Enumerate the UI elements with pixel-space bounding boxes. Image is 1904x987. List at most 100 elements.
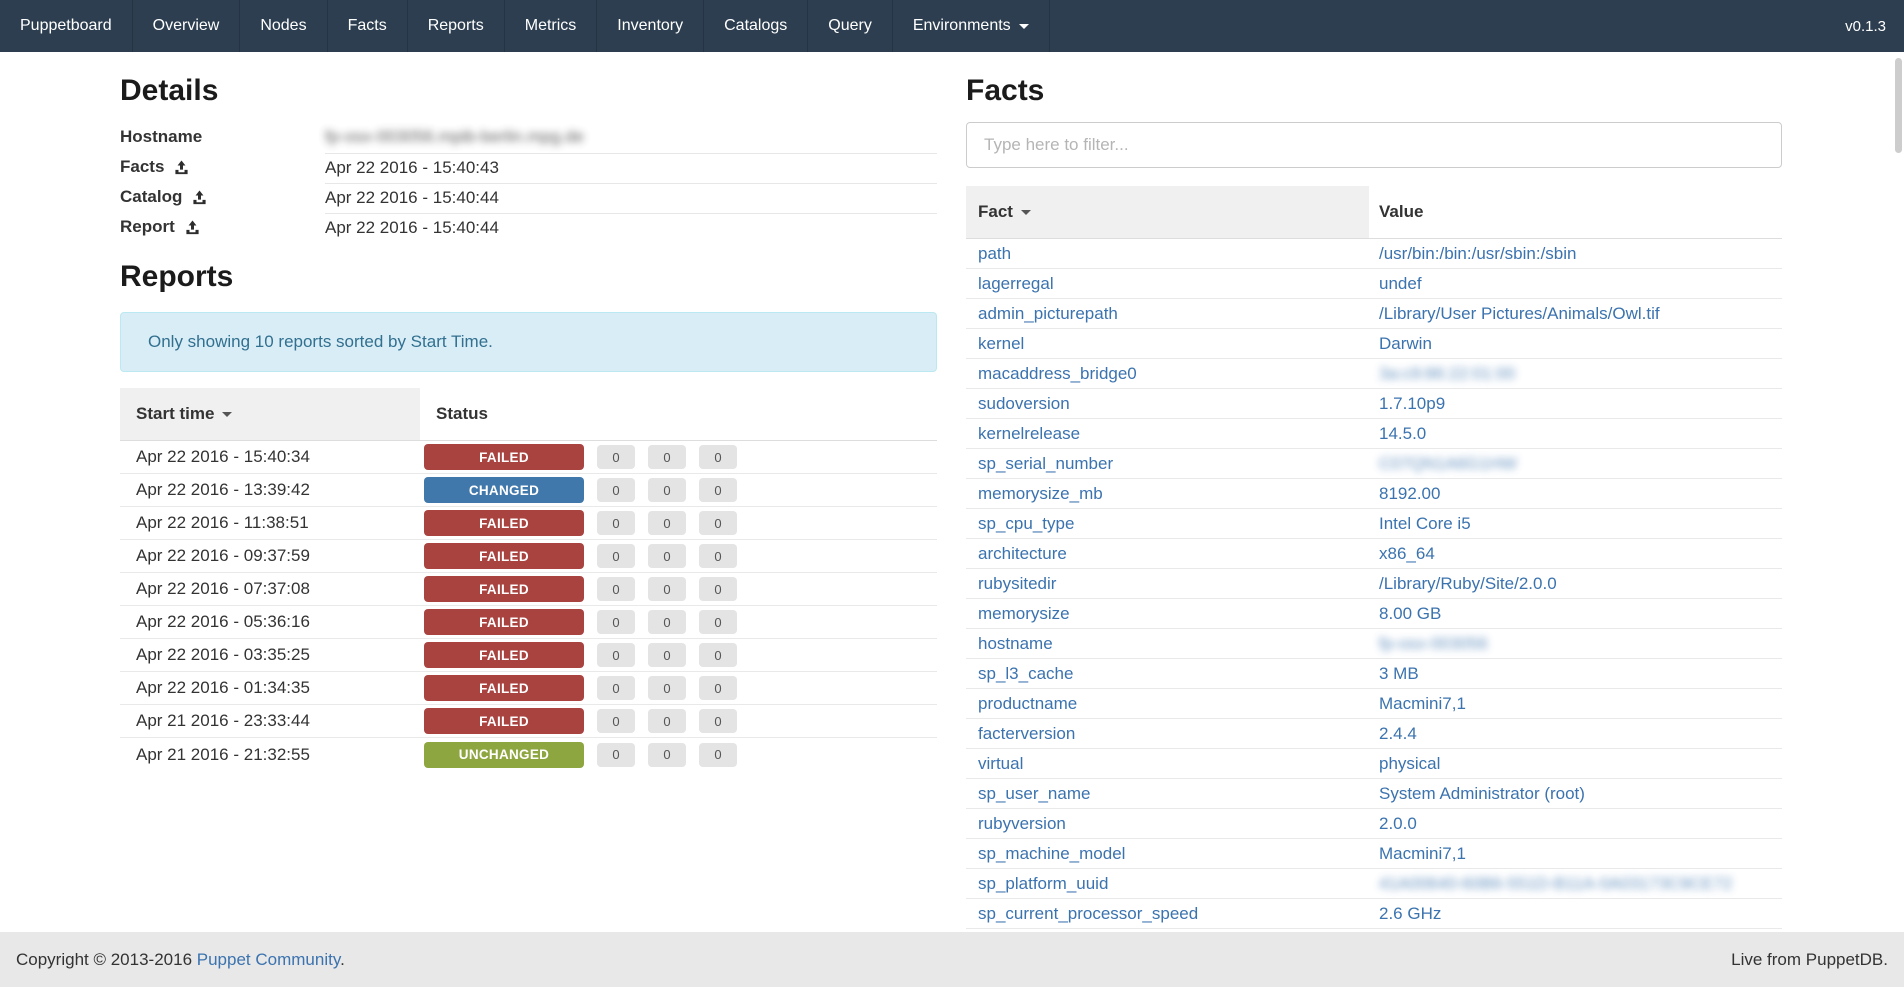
- upload-icon[interactable]: [185, 220, 200, 235]
- fact-value[interactable]: 2.0.0: [1369, 812, 1782, 836]
- fact-value[interactable]: 8.00 GB: [1369, 602, 1782, 626]
- fact-value[interactable]: /Library/User Pictures/Animals/Owl.tif: [1369, 302, 1782, 326]
- copyright: Copyright © 2013-2016 Puppet Community.: [16, 950, 345, 970]
- nav-item-overview[interactable]: Overview: [133, 0, 241, 52]
- table-row: Apr 22 2016 - 01:34:35FAILED000: [120, 672, 937, 705]
- facts-filter-input[interactable]: [966, 122, 1782, 168]
- column-header-fact-label: Fact: [978, 202, 1013, 222]
- status-badge: FAILED: [424, 642, 584, 668]
- fact-value[interactable]: 2.4.4: [1369, 722, 1782, 746]
- fact-name-link[interactable]: macaddress_bridge0: [966, 362, 1369, 386]
- fact-name-link[interactable]: sp_cpu_type: [966, 512, 1369, 536]
- details-row-facts: FactsApr 22 2016 - 15:40:43: [120, 152, 937, 182]
- table-row: memorysize8.00 GB: [966, 599, 1782, 629]
- fact-value[interactable]: 3 MB: [1369, 662, 1782, 686]
- nav-item-label: Overview: [153, 17, 220, 35]
- fact-value[interactable]: Macmini7,1: [1369, 842, 1782, 866]
- nav-item-facts[interactable]: Facts: [328, 0, 408, 52]
- column-header-start-time[interactable]: Start time: [120, 388, 420, 440]
- fact-name-link[interactable]: memorysize_mb: [966, 482, 1369, 506]
- nav-item-label: Environments: [913, 17, 1011, 35]
- fact-name-link[interactable]: sp_machine_model: [966, 842, 1369, 866]
- copyright-prefix: Copyright © 2013-2016: [16, 950, 197, 969]
- fact-value[interactable]: 1.7.10p9: [1369, 392, 1782, 416]
- fact-name-link[interactable]: virtual: [966, 752, 1369, 776]
- upload-icon[interactable]: [192, 190, 207, 205]
- navbar-items: Overview Nodes Facts ReportsMetricsInventor…: [133, 0, 1050, 52]
- table-row: kernelrelease14.5.0: [966, 419, 1782, 449]
- report-start-time: Apr 22 2016 - 03:35:25: [120, 645, 420, 665]
- fact-value[interactable]: 14.5.0: [1369, 422, 1782, 446]
- fact-name-link[interactable]: sp_user_name: [966, 782, 1369, 806]
- copyright-suffix: .: [340, 950, 345, 969]
- fact-name-link[interactable]: hostname: [966, 632, 1369, 656]
- nav-item-label: Facts: [348, 17, 387, 35]
- fact-value[interactable]: /Library/Ruby/Site/2.0.0: [1369, 572, 1782, 596]
- fact-name-link[interactable]: memorysize: [966, 602, 1369, 626]
- metric-count-badge: 0: [597, 610, 635, 634]
- fact-name-link[interactable]: sp_serial_number: [966, 452, 1369, 476]
- nav-item-catalogs[interactable]: Catalogs: [704, 0, 808, 52]
- report-start-time: Apr 22 2016 - 09:37:59: [120, 546, 420, 566]
- fact-value[interactable]: physical: [1369, 752, 1782, 776]
- report-start-time: Apr 22 2016 - 07:37:08: [120, 579, 420, 599]
- fact-name-link[interactable]: rubysitedir: [966, 572, 1369, 596]
- fact-value[interactable]: 8192.00: [1369, 482, 1782, 506]
- fact-value[interactable]: System Administrator (root): [1369, 782, 1782, 806]
- fact-value[interactable]: 41A00640-60B6-551D-B11A-0A03173C9CE72: [1369, 872, 1782, 896]
- status-badge: CHANGED: [424, 477, 584, 503]
- scrollbar-thumb[interactable]: [1895, 58, 1902, 153]
- status-badge: FAILED: [424, 576, 584, 602]
- fact-name-link[interactable]: lagerregal: [966, 272, 1369, 296]
- fact-name-link[interactable]: rubyversion: [966, 812, 1369, 836]
- fact-name-link[interactable]: facterversion: [966, 722, 1369, 746]
- upload-icon[interactable]: [174, 160, 189, 175]
- sort-caret-icon: [222, 412, 232, 417]
- fact-value[interactable]: Intel Core i5: [1369, 512, 1782, 536]
- table-row: Apr 21 2016 - 23:33:44FAILED000: [120, 705, 937, 738]
- fact-name-link[interactable]: sudoversion: [966, 392, 1369, 416]
- table-row: path/usr/bin:/bin:/usr/sbin:/sbin: [966, 239, 1782, 269]
- puppet-community-link[interactable]: Puppet Community: [197, 950, 340, 969]
- nav-item-query[interactable]: Query: [808, 0, 893, 52]
- fact-name-link[interactable]: kernel: [966, 332, 1369, 356]
- status-badge: FAILED: [424, 675, 584, 701]
- facts-title: Facts: [966, 74, 1782, 108]
- nav-item-nodes[interactable]: Nodes: [240, 0, 327, 52]
- metric-count-badge: 0: [597, 676, 635, 700]
- reports-table: Start time Status Apr 22 2016 - 15:40:34…: [120, 388, 937, 771]
- metric-count-badge: 0: [699, 445, 737, 469]
- nav-item-environments[interactable]: Environments: [893, 0, 1050, 52]
- fact-value[interactable]: 3a:c9:86:22:01:00: [1369, 362, 1782, 386]
- fact-value[interactable]: 2.6 GHz: [1369, 902, 1782, 926]
- metric-count-badge: 0: [597, 709, 635, 733]
- fact-value[interactable]: Macmini7,1: [1369, 692, 1782, 716]
- nav-item-reports[interactable]: Reports: [408, 0, 505, 52]
- table-row: Apr 21 2016 - 21:32:55UNCHANGED000: [120, 738, 937, 771]
- fact-value[interactable]: Darwin: [1369, 332, 1782, 356]
- table-row: sp_machine_modelMacmini7,1: [966, 839, 1782, 869]
- fact-name-link[interactable]: sp_current_processor_speed: [966, 902, 1369, 926]
- facts-table-header: Fact Value: [966, 186, 1782, 239]
- fact-name-link[interactable]: path: [966, 242, 1369, 266]
- fact-name-link[interactable]: sp_platform_uuid: [966, 872, 1369, 896]
- fact-name-link[interactable]: kernelrelease: [966, 422, 1369, 446]
- version-label: v0.1.3: [1827, 0, 1904, 52]
- details-label-text: Facts: [120, 157, 164, 177]
- fact-value[interactable]: x86_64: [1369, 542, 1782, 566]
- fact-value[interactable]: fp-osx-003056: [1369, 632, 1782, 656]
- nav-item-inventory[interactable]: Inventory: [597, 0, 704, 52]
- fact-name-link[interactable]: admin_picturepath: [966, 302, 1369, 326]
- fact-name-link[interactable]: sp_l3_cache: [966, 662, 1369, 686]
- navbar-brand[interactable]: Puppetboard: [0, 0, 133, 52]
- metric-count-badge: 0: [648, 544, 686, 568]
- status-badge: FAILED: [424, 444, 584, 470]
- column-header-fact[interactable]: Fact: [966, 186, 1369, 238]
- nav-item-metrics[interactable]: Metrics: [505, 0, 598, 52]
- fact-value[interactable]: /usr/bin:/bin:/usr/sbin:/sbin: [1369, 242, 1782, 266]
- fact-name-link[interactable]: productname: [966, 692, 1369, 716]
- reports-title: Reports: [120, 260, 937, 294]
- fact-value[interactable]: C07QN1A6G1HW: [1369, 452, 1782, 476]
- fact-name-link[interactable]: architecture: [966, 542, 1369, 566]
- fact-value[interactable]: undef: [1369, 272, 1782, 296]
